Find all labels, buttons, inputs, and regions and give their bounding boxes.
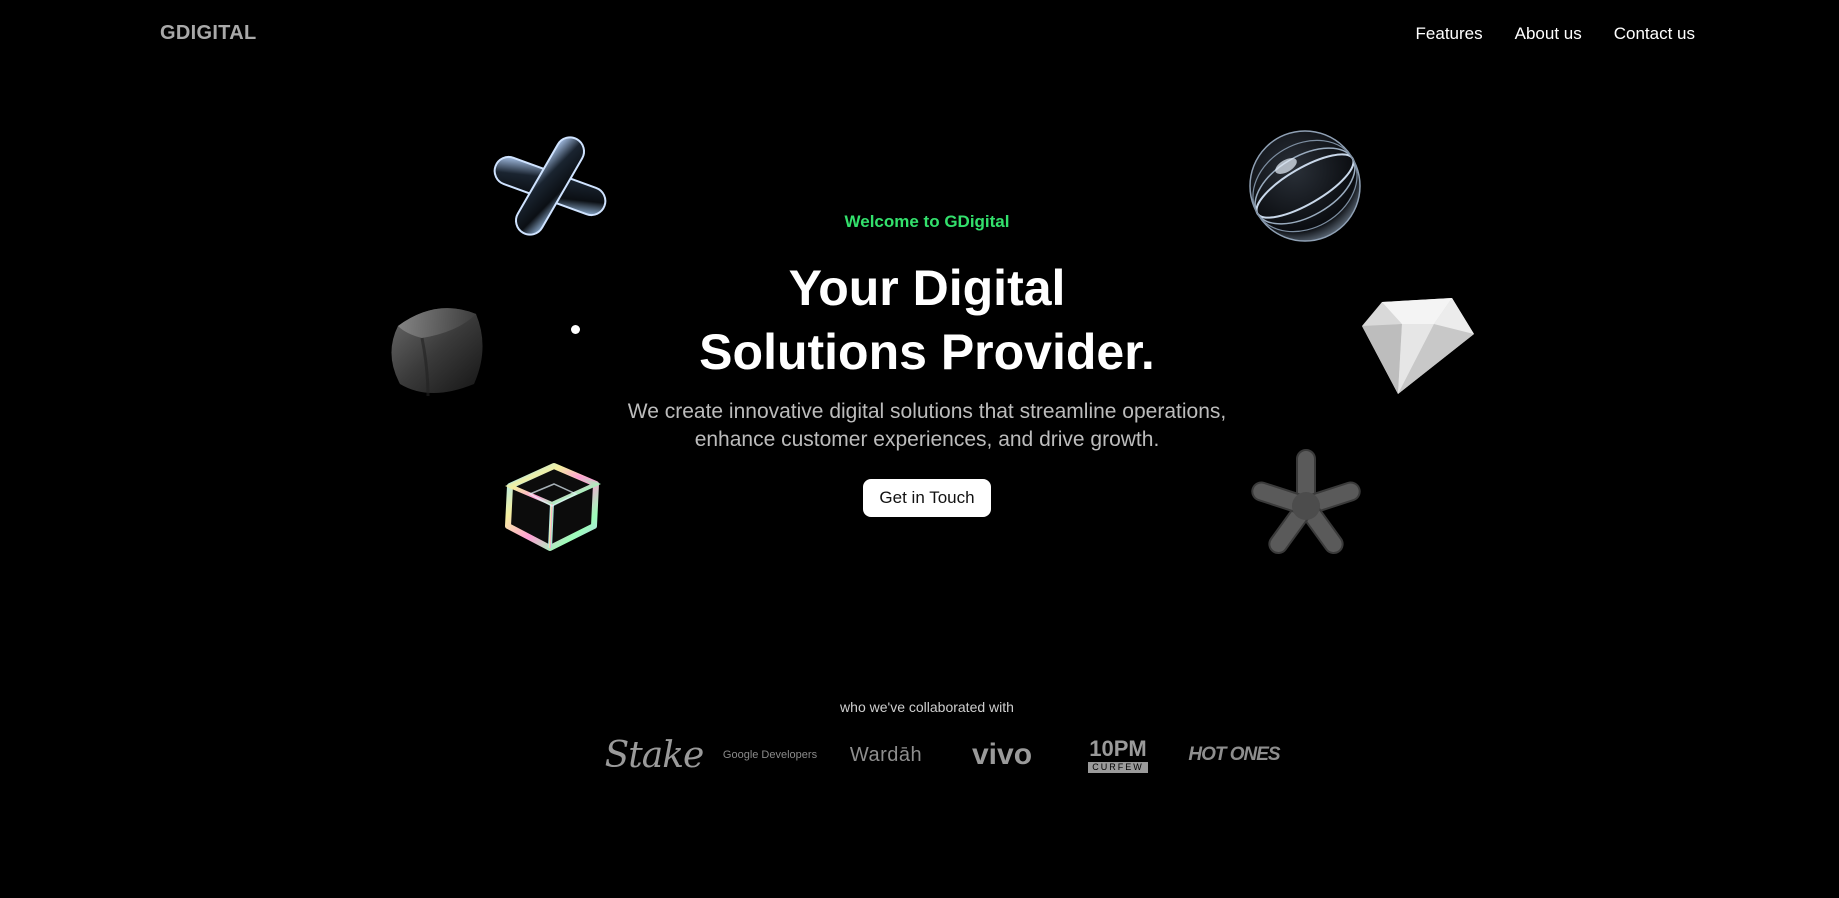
curfew-text: CURFEW xyxy=(1088,761,1148,773)
nav-link-about[interactable]: About us xyxy=(1515,24,1582,44)
brand-logo[interactable]: GDIGITAL xyxy=(160,22,256,45)
vivo-logo: vivo xyxy=(971,738,1033,771)
subtext-line-1: We create innovative digital solutions t… xyxy=(627,400,1227,423)
page: GDIGITAL Features About us Contact us We… xyxy=(0,0,1839,898)
wardah-logo: Wardāh xyxy=(849,743,923,766)
get-in-touch-button[interactable]: Get in Touch xyxy=(863,479,991,517)
stake-logo: Stake xyxy=(604,734,705,776)
main-nav: Features About us Contact us xyxy=(1416,24,1695,44)
nav-link-features[interactable]: Features xyxy=(1416,24,1483,44)
nav-link-contact[interactable]: Contact us xyxy=(1614,24,1695,44)
collaborator-logos: Stake Google Developers Wardāh vivo 10PM… xyxy=(596,730,1292,780)
collaborators-heading: who we've collaborated with xyxy=(840,699,1014,715)
headline-line-1: Your Digital xyxy=(788,260,1066,316)
subtext-line-2: enhance customer experiences, and drive … xyxy=(694,428,1160,451)
headline-line-2: Solutions Provider. xyxy=(699,324,1155,380)
welcome-label: Welcome to GDigital xyxy=(844,212,1010,231)
hero-subtext: We create innovative digital solutions t… xyxy=(607,398,1247,454)
hero-section: Welcome to GDigital Your Digital Solutio… xyxy=(0,212,1839,517)
hero-headline: Your Digital Solutions Provider. xyxy=(0,256,1839,384)
10pm-curfew-logo: 10PM CURFEW xyxy=(1060,730,1176,780)
10pm-text: 10PM xyxy=(1089,735,1147,761)
google-developers-logo: Google Developers xyxy=(722,749,818,761)
hot-ones-logo: HOT ONES xyxy=(1188,744,1280,765)
